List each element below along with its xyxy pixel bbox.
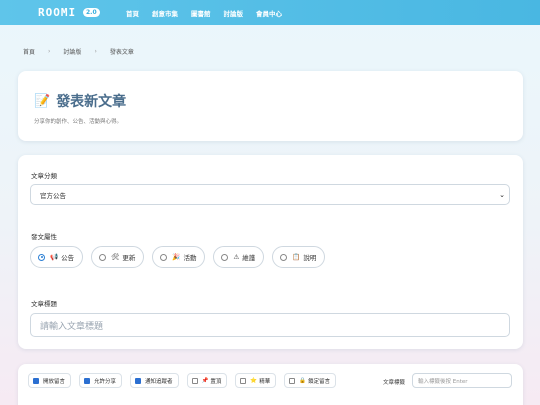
nav-forum[interactable]: 討論版 — [224, 8, 244, 18]
radio-icon[interactable] — [221, 253, 229, 261]
post-form-card: 文章分類 官方公告 ⌄ 發文屬性 📢 公告 🛠 更新 🎉 活動 ⚠ 維護 📋 說… — [18, 155, 523, 349]
option-featured[interactable]: ⭐ 精華 — [235, 373, 277, 388]
option-notify-followers[interactable]: 通知追蹤者 — [130, 373, 179, 388]
option-allow-comments[interactable]: 開放留言 — [28, 373, 72, 388]
attribute-radio-group: 📢 公告 🛠 更新 🎉 活動 ⚠ 維護 📋 說明 — [30, 246, 333, 268]
nav-library[interactable]: 圖書館 — [191, 8, 211, 18]
nav-member[interactable]: 會員中心 — [256, 8, 282, 18]
breadcrumb-separator-icon: › — [48, 48, 51, 55]
main-nav: 首頁 創意市集 圖書館 討論版 會員中心 — [126, 8, 295, 18]
page-subtitle: 分享你的創作、公告、活動與心得。 — [34, 119, 123, 125]
megaphone-icon: 📢 — [50, 253, 59, 261]
pushpin-icon: 📌 — [201, 377, 209, 384]
attribute-label: 發文屬性 — [31, 233, 57, 241]
checkbox-checked-icon[interactable] — [33, 377, 39, 384]
checkbox-icon[interactable] — [191, 377, 198, 384]
tools-icon: 🛠 — [111, 253, 120, 261]
option-label: 開放留言 — [43, 378, 66, 385]
version-badge: 2.0 — [83, 8, 100, 17]
option-pin[interactable]: 📌 置頂 — [186, 373, 228, 388]
checkbox-icon[interactable] — [240, 377, 247, 384]
lock-icon: 🔒 — [299, 377, 307, 384]
option-label: 精華 — [259, 378, 271, 385]
checkbox-checked-icon[interactable] — [84, 377, 91, 384]
page-header-card: 📝 發表新文章 分享你的創作、公告、活動與心得。 — [18, 71, 523, 141]
title-input[interactable]: 請輸入文章標題 — [30, 313, 510, 337]
option-label: 通知追蹤者 — [145, 378, 173, 385]
option-label: 允許分享 — [94, 378, 117, 385]
attribute-option-label: 說明 — [303, 254, 317, 262]
option-allow-share[interactable]: 允許分享 — [79, 373, 123, 388]
category-label: 文章分類 — [31, 172, 57, 180]
category-select-value: 官方公告 — [40, 191, 66, 200]
attribute-option-announcement[interactable]: 📢 公告 — [30, 246, 84, 268]
option-label: 置頂 — [210, 378, 222, 385]
radio-selected-icon[interactable] — [38, 253, 45, 261]
breadcrumb-home[interactable]: 首頁 — [23, 47, 35, 56]
tag-input[interactable]: 輸入標籤後按 Enter — [412, 373, 512, 388]
attribute-option-label: 維護 — [242, 254, 256, 262]
radio-icon[interactable] — [280, 253, 288, 261]
warning-icon: ⚠ — [233, 253, 240, 261]
nav-home[interactable]: 首頁 — [126, 8, 139, 18]
clipboard-icon: 📋 — [292, 253, 301, 261]
breadcrumb-forum[interactable]: 討論版 — [63, 47, 81, 56]
page-title: 📝 發表新文章 — [34, 91, 126, 111]
tag-input-placeholder: 輸入標籤後按 Enter — [418, 378, 468, 385]
breadcrumb: 首頁 › 討論版 › 發表文章 — [23, 47, 134, 56]
breadcrumb-separator-icon: › — [94, 48, 97, 55]
tag-label: 文章標籤 — [383, 380, 406, 386]
checkbox-checked-icon[interactable] — [135, 377, 142, 384]
party-popper-icon: 🎉 — [172, 253, 181, 261]
nav-market[interactable]: 創意市集 — [152, 8, 178, 18]
attribute-option-label: 公告 — [61, 254, 75, 262]
attribute-option-label: 活動 — [183, 254, 197, 262]
memo-icon: 📝 — [34, 93, 51, 109]
post-options-row: 開放留言 允許分享 通知追蹤者 📌 置頂 ⭐ 精華 🔒 鎖定留言 — [28, 373, 344, 388]
attribute-option-update[interactable]: 🛠 更新 — [91, 246, 145, 268]
page-title-text: 發表新文章 — [56, 94, 127, 110]
attribute-option-event[interactable]: 🎉 活動 — [152, 246, 206, 268]
option-label: 鎖定留言 — [308, 378, 331, 385]
option-lock-comments[interactable]: 🔒 鎖定留言 — [284, 373, 337, 388]
checkbox-icon[interactable] — [289, 377, 296, 384]
attribute-option-maintenance[interactable]: ⚠ 維護 — [213, 246, 265, 268]
star-icon: ⭐ — [250, 377, 258, 384]
category-select[interactable]: 官方公告 ⌄ — [30, 184, 510, 205]
attribute-option-label: 更新 — [122, 254, 136, 262]
top-navbar: ROOMI 2.0 首頁 創意市集 圖書館 討論版 會員中心 — [0, 0, 540, 25]
logo[interactable]: ROOMI — [38, 6, 76, 19]
breadcrumb-current: 發表文章 — [109, 49, 134, 56]
chevron-down-icon: ⌄ — [499, 191, 505, 199]
attribute-option-guide[interactable]: 📋 說明 — [272, 246, 326, 268]
title-label: 文章標題 — [31, 300, 57, 308]
radio-icon[interactable] — [160, 253, 168, 261]
post-options-card: 開放留言 允許分享 通知追蹤者 📌 置頂 ⭐ 精華 🔒 鎖定留言 文章標籤 輸入… — [18, 364, 523, 405]
radio-icon[interactable] — [99, 253, 107, 261]
title-input-placeholder: 請輸入文章標題 — [40, 321, 104, 332]
